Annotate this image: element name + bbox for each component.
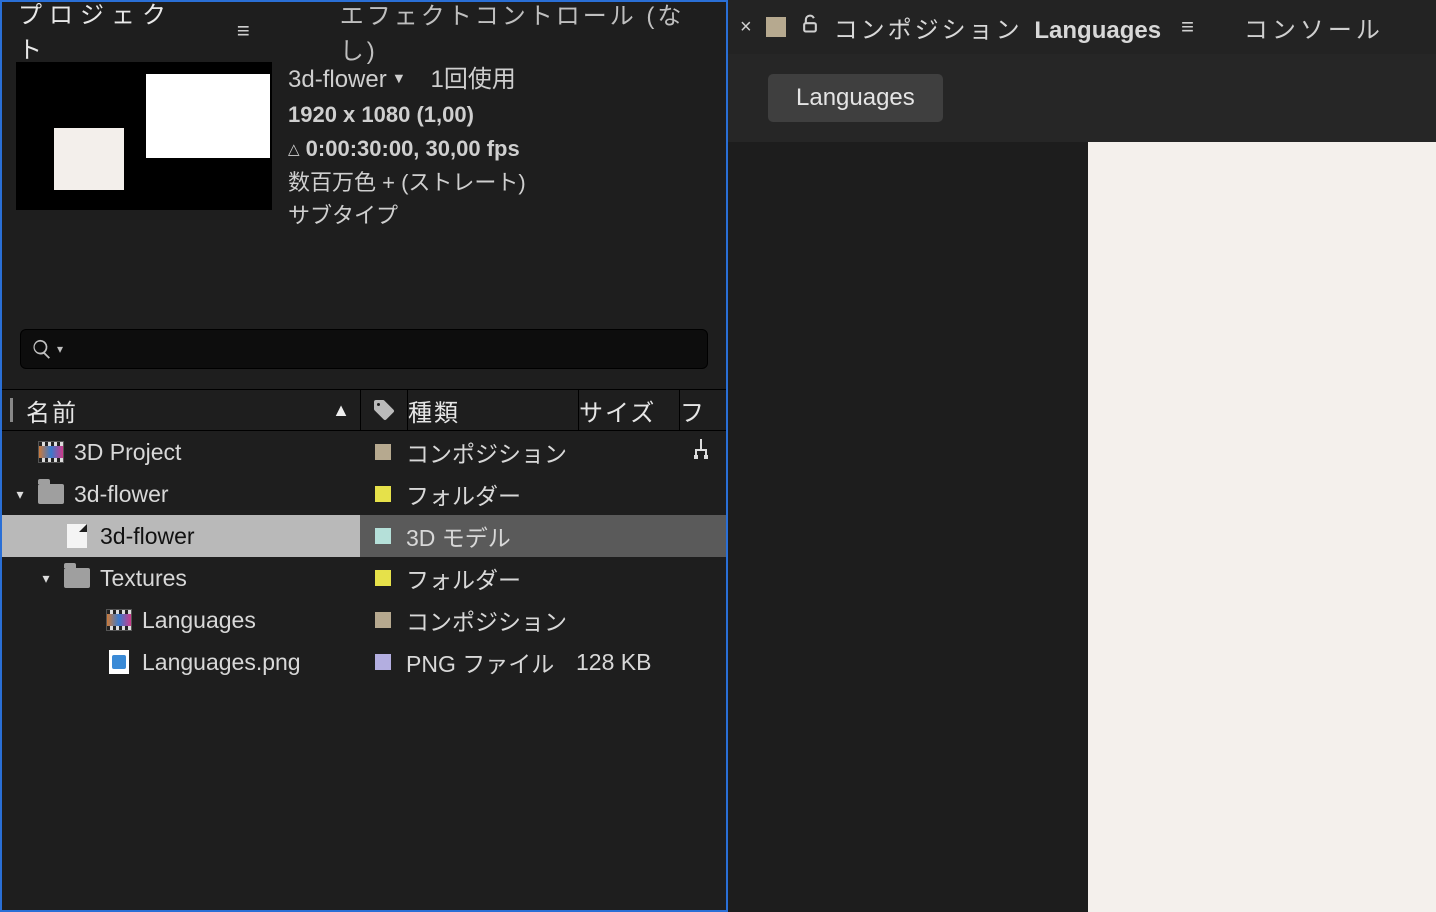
- col-header-name[interactable]: 名前 ▲: [2, 393, 360, 428]
- unlock-icon[interactable]: [800, 12, 820, 43]
- row-label: Languages: [142, 607, 256, 634]
- composition-panel-tabs: × コンポジション Languages ≡ コンソール: [728, 0, 1436, 54]
- row-label: 3D Project: [74, 439, 181, 466]
- tree-row-textures-f[interactable]: ▾ Textures フォルダー: [2, 557, 726, 599]
- project-search[interactable]: ▾: [20, 329, 708, 369]
- label-swatch[interactable]: [375, 570, 391, 586]
- composition-viewer[interactable]: [728, 142, 1436, 912]
- row-label: Textures: [100, 565, 187, 592]
- label-swatch[interactable]: [375, 654, 391, 670]
- item-dimensions: 1920 x 1080 (1,00): [288, 102, 474, 127]
- composition-canvas: [1088, 142, 1436, 912]
- row-size: 128 KB: [576, 649, 676, 676]
- tree-row-3d-flower-m[interactable]: 3d-flower 3D モデル: [2, 515, 726, 557]
- selected-item-info: 3d-flower▼ 1回使用 1920 x 1080 (1,00) △ 0:0…: [2, 56, 726, 231]
- tag-icon: [372, 398, 396, 422]
- row-type: PNG ファイル: [406, 645, 576, 679]
- search-dropdown-icon[interactable]: ▾: [57, 342, 63, 356]
- item-subtype: サブタイプ: [288, 201, 526, 231]
- tree-row-lang-png[interactable]: Languages.png PNG ファイル128 KB: [2, 641, 726, 683]
- sort-asc-icon[interactable]: ▲: [332, 400, 352, 421]
- twisty-icon[interactable]: ▾: [38, 570, 54, 587]
- breadcrumb-item[interactable]: Languages: [768, 74, 943, 122]
- composition-breadcrumb-bar: Languages: [728, 54, 1436, 142]
- project-tree: 3D Project コンポジション ▾ 3d-flower フォルダー 3d-flowe…: [2, 431, 726, 683]
- panel-menu-icon[interactable]: ≡: [1181, 14, 1194, 40]
- delta-icon: △: [288, 141, 300, 158]
- row-label: 3d-flower: [100, 523, 195, 550]
- composition-panel: × コンポジション Languages ≡ コンソール Languages: [728, 0, 1436, 912]
- project-panel-tabs: プロジェクト ≡ エフェクトコントロール (なし): [2, 2, 726, 56]
- column-headers: 名前 ▲ 種類 サイズ フ: [2, 389, 726, 431]
- col-header-size[interactable]: サイズ: [579, 393, 679, 428]
- col-header-type[interactable]: 種類: [408, 393, 578, 428]
- label-swatch[interactable]: [375, 486, 391, 502]
- item-name[interactable]: 3d-flower: [288, 66, 387, 93]
- tree-row-3d-flower-f[interactable]: ▾ 3d-flower フォルダー: [2, 473, 726, 515]
- row-type: フォルダー: [406, 477, 576, 511]
- row-label: Languages.png: [142, 649, 301, 676]
- search-input[interactable]: [67, 339, 697, 360]
- tree-row-lang-comp[interactable]: Languages コンポジション: [2, 599, 726, 641]
- label-swatch[interactable]: [375, 612, 391, 628]
- label-color-swatch[interactable]: [766, 17, 786, 37]
- row-type: コンポジション: [406, 435, 576, 469]
- close-tab-icon[interactable]: ×: [740, 16, 752, 39]
- search-icon: [31, 338, 53, 360]
- twisty-icon[interactable]: ▾: [12, 486, 28, 503]
- item-duration: 0:00:30:00, 30,00 fps: [306, 136, 520, 161]
- row-type: フォルダー: [406, 561, 576, 595]
- item-uses: 1回使用: [431, 66, 516, 93]
- row-type: コンポジション: [406, 603, 576, 637]
- row-label: 3d-flower: [74, 481, 169, 508]
- col-header-frame[interactable]: フ: [680, 393, 726, 428]
- item-name-dropdown-icon[interactable]: ▼: [391, 69, 405, 88]
- panel-menu-icon[interactable]: ≡: [237, 18, 250, 44]
- tree-row-3d-project[interactable]: 3D Project コンポジション: [2, 431, 726, 473]
- flowchart-icon[interactable]: [689, 437, 713, 467]
- item-color-depth: 数百万色 + (ストレート): [288, 168, 526, 198]
- row-type: 3D モデル: [406, 519, 576, 553]
- item-thumbnail: [16, 62, 272, 210]
- col-header-tag[interactable]: [361, 398, 407, 422]
- label-swatch[interactable]: [375, 528, 391, 544]
- tab-console[interactable]: コンソール: [1244, 10, 1384, 45]
- label-swatch[interactable]: [375, 444, 391, 460]
- tab-composition[interactable]: コンポジション Languages: [834, 10, 1161, 45]
- project-panel: プロジェクト ≡ エフェクトコントロール (なし) 3d-flower▼ 1回使…: [0, 0, 728, 912]
